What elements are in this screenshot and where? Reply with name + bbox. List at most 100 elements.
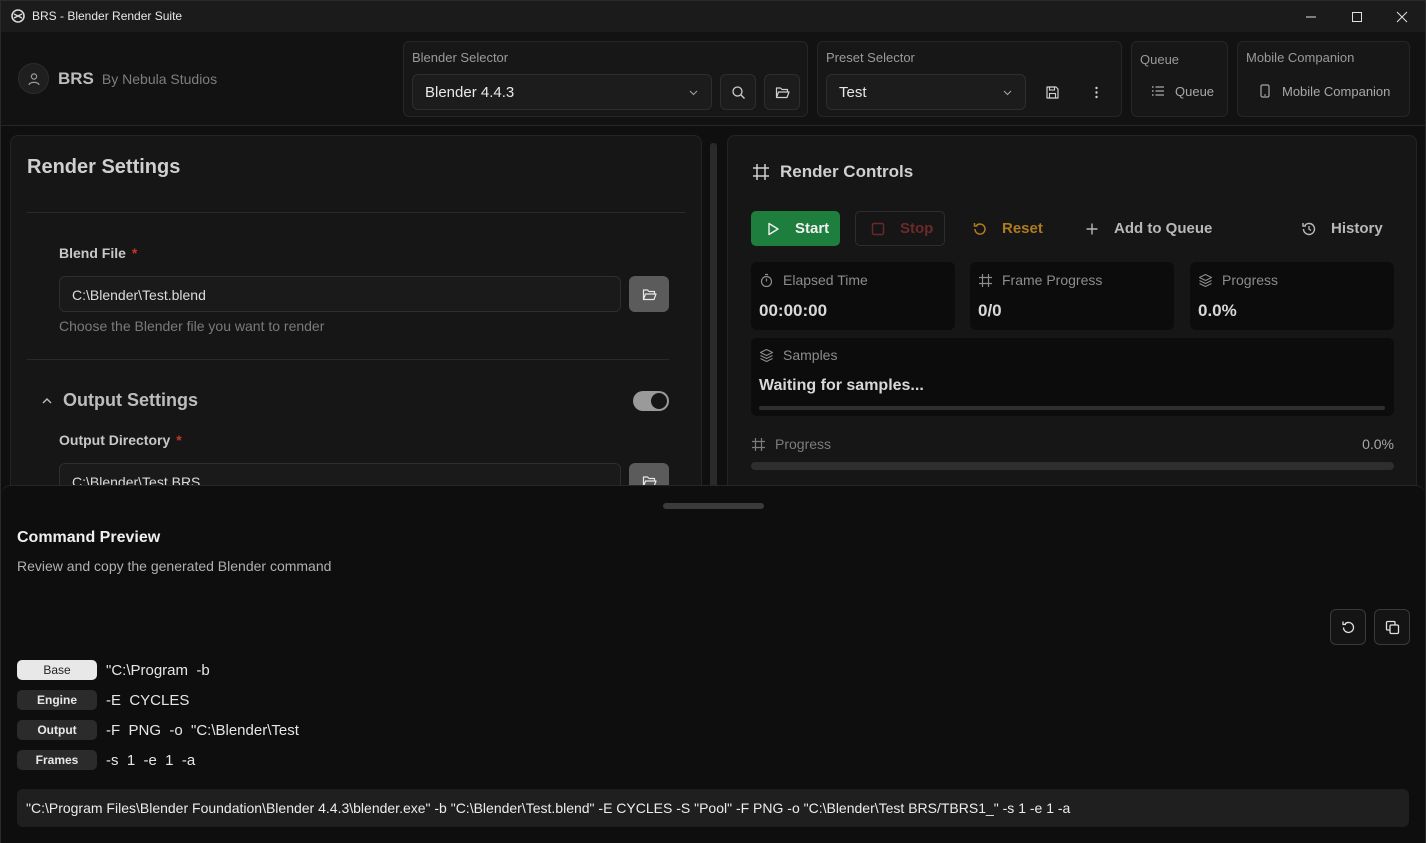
preset-select[interactable]: Test — [826, 74, 1026, 110]
add-to-queue-button[interactable]: Add to Queue — [1084, 211, 1212, 246]
blend-file-label: Blend File * — [59, 245, 137, 261]
avatar[interactable] — [18, 63, 49, 94]
sheet-drag-handle[interactable] — [663, 503, 764, 509]
output-settings-toggle[interactable] — [633, 391, 669, 411]
frame-icon — [753, 164, 769, 180]
overall-progress-value: 0.0% — [1362, 436, 1394, 452]
command-tag-output[interactable]: Output — [17, 720, 97, 740]
layers-icon — [759, 348, 774, 362]
chevron-down-icon — [689, 90, 698, 96]
brand-subtitle: By Nebula Studios — [101, 70, 218, 87]
save-preset-button[interactable] — [1037, 74, 1067, 110]
command-text-frames: -s 1 -e 1 -a — [106, 751, 196, 769]
command-text-output: -F PNG -o "C:\Blender\Test — [106, 721, 299, 739]
progress-label: Progress — [1198, 272, 1278, 288]
output-directory-label: Output Directory * — [59, 432, 182, 448]
refresh-command-button[interactable] — [1330, 609, 1366, 645]
history-button-label: History — [1331, 220, 1383, 237]
command-row-output: Output -F PNG -o "C:\Blender\Test — [17, 719, 299, 741]
samples-progress-bar — [759, 406, 1385, 410]
stop-button-label: Stop — [900, 220, 934, 237]
toggle-knob — [651, 393, 667, 409]
chevron-down-icon — [1003, 90, 1012, 96]
history-button[interactable]: History — [1301, 211, 1383, 246]
divider — [27, 359, 669, 360]
reset-icon — [973, 222, 986, 235]
search-blender-button[interactable] — [720, 74, 756, 110]
preset-selector-group: Preset Selector Test — [817, 41, 1122, 117]
command-row-frames: Frames -s 1 -e 1 -a — [17, 749, 195, 771]
command-preview-title: Command Preview — [17, 529, 161, 546]
samples-card: Samples Waiting for samples... — [751, 338, 1394, 416]
close-button[interactable] — [1379, 1, 1425, 32]
more-vertical-icon — [1094, 86, 1098, 98]
required-marker: * — [176, 432, 182, 448]
smartphone-icon — [1260, 84, 1270, 98]
frame-progress-value: 0/0 — [978, 301, 1002, 320]
overall-progress-row: Progress 0.0% — [751, 436, 1394, 456]
samples-status: Waiting for samples... — [759, 377, 924, 394]
mobile-companion-button[interactable]: Mobile Companion — [1258, 78, 1390, 104]
command-tag-base[interactable]: Base — [17, 660, 97, 680]
browse-blend-file-button[interactable] — [629, 276, 669, 312]
save-icon — [1045, 85, 1059, 99]
maximize-icon — [1352, 11, 1362, 22]
blender-selector-label: Blender Selector — [412, 50, 509, 65]
command-tag-engine[interactable]: Engine — [17, 690, 97, 710]
window-title: BRS - Blender Render Suite — [32, 9, 183, 23]
frame-icon — [979, 273, 992, 287]
close-icon — [1396, 11, 1408, 22]
output-settings-title: Output Settings — [63, 390, 198, 410]
browse-blender-button[interactable] — [764, 74, 800, 110]
maximize-button[interactable] — [1334, 1, 1380, 32]
output-settings-header[interactable]: Output Settings — [41, 390, 198, 411]
plus-icon — [1086, 223, 1098, 234]
frame-progress-card: Frame Progress 0/0 — [970, 262, 1174, 330]
layers-icon — [1198, 273, 1213, 287]
user-icon — [27, 72, 40, 85]
blend-file-hint: Choose the Blender file you want to rend… — [59, 318, 325, 334]
mobile-companion-button-label: Mobile Companion — [1282, 83, 1391, 99]
preset-value: Test — [839, 84, 867, 101]
reset-button[interactable]: Reset — [972, 211, 1043, 246]
app-logo-icon — [11, 9, 25, 23]
title-bar: BRS - Blender Render Suite — [1, 1, 1425, 32]
full-command-box[interactable]: "C:\Program Files\Blender Foundation\Ble… — [17, 789, 1409, 827]
start-button-label: Start — [795, 220, 830, 237]
render-controls-header: Render Controls — [752, 162, 913, 182]
folder-open-icon — [642, 288, 657, 300]
divider — [27, 212, 686, 213]
blend-file-label-text: Blend File — [59, 245, 126, 261]
render-controls-panel: Render Controls Start Stop Reset Add to … — [727, 135, 1417, 495]
samples-label: Samples — [759, 347, 837, 363]
frame-progress-label-text: Frame Progress — [1002, 272, 1103, 288]
reset-button-label: Reset — [1002, 220, 1043, 237]
overall-progress-label: Progress — [751, 436, 831, 452]
command-preview-sheet: Command Preview Review and copy the gene… — [1, 485, 1425, 843]
command-tag-frames[interactable]: Frames — [17, 750, 97, 770]
overall-progress-label-text: Progress — [775, 436, 832, 452]
progress-value: 0.0% — [1198, 301, 1237, 320]
render-settings-title: Render Settings — [27, 156, 181, 178]
folder-open-icon — [775, 86, 790, 98]
panel-scrollbar[interactable] — [710, 143, 717, 488]
stop-button[interactable]: Stop — [855, 211, 945, 246]
minimize-icon — [1306, 16, 1316, 17]
queue-label: Queue — [1140, 52, 1180, 67]
blend-file-input[interactable]: C:\Blender\Test.blend — [59, 276, 621, 312]
blender-version-select[interactable]: Blender 4.4.3 — [412, 74, 712, 110]
history-icon — [1302, 222, 1316, 235]
play-icon — [768, 222, 779, 235]
start-button[interactable]: Start — [751, 211, 840, 246]
mobile-companion-group: Mobile Companion Mobile Companion — [1237, 41, 1410, 117]
elapsed-time-label-text: Elapsed Time — [783, 272, 868, 288]
render-settings-panel: Render Settings Blend File * C:\Blender\T… — [10, 135, 702, 495]
queue-group: Queue Queue — [1131, 41, 1228, 117]
copy-command-button[interactable] — [1374, 609, 1410, 645]
render-controls-title: Render Controls — [780, 162, 914, 181]
blend-file-value: C:\Blender\Test.blend — [72, 287, 206, 303]
minimize-button[interactable] — [1288, 1, 1334, 32]
blender-version-value: Blender 4.4.3 — [425, 84, 515, 101]
preset-more-button[interactable] — [1081, 74, 1111, 110]
queue-button[interactable]: Queue — [1151, 78, 1214, 104]
